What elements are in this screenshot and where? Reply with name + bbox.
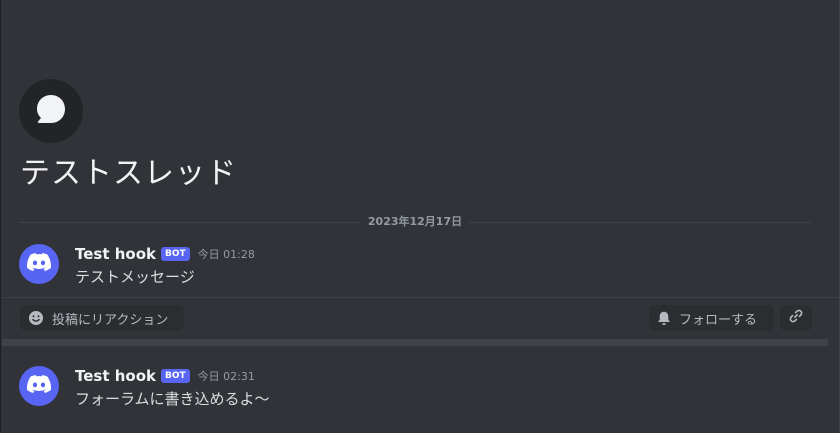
thread-view: テストスレッド 2023年12月17日 Test hook BOT 今日 01:… — [0, 0, 840, 433]
action-divider — [2, 297, 840, 298]
bell-icon — [657, 311, 671, 326]
copy-link-button[interactable] — [780, 305, 812, 331]
discord-logo-icon — [27, 375, 52, 397]
add-reaction-label: 投稿にリアクション — [52, 312, 169, 328]
message-header: Test hook BOT 今日 01:28 — [75, 244, 255, 264]
author-name[interactable]: Test hook — [75, 245, 156, 263]
author-name[interactable]: Test hook — [75, 367, 156, 385]
thread-title: テストスレッド — [20, 156, 237, 191]
smiley-icon — [28, 310, 44, 326]
discord-logo-icon — [27, 253, 52, 275]
message-separator — [2, 339, 828, 346]
date-divider: 2023年12月17日 — [19, 214, 811, 230]
message-item: Test hook BOT 今日 01:28 テストメッセージ — [19, 244, 819, 288]
avatar[interactable] — [19, 244, 59, 284]
message-content: テストメッセージ — [75, 268, 195, 286]
message-item: Test hook BOT 今日 02:31 フォーラムに書き込めるよ〜 — [19, 366, 819, 410]
date-divider-label: 2023年12月17日 — [361, 214, 469, 230]
message-header: Test hook BOT 今日 02:31 — [75, 366, 255, 386]
thread-icon-badge — [19, 79, 83, 143]
bot-tag: BOT — [161, 369, 190, 383]
bot-tag: BOT — [161, 247, 190, 261]
message-timestamp: 今日 02:31 — [197, 370, 255, 383]
message-content: フォーラムに書き込めるよ〜 — [75, 390, 270, 408]
link-icon — [788, 308, 804, 328]
follow-button[interactable]: フォローする — [649, 305, 774, 331]
avatar[interactable] — [19, 366, 59, 406]
post-action-bar: 投稿にリアクション フォローする — [20, 305, 812, 331]
follow-label: フォローする — [679, 312, 758, 328]
message-timestamp: 今日 01:28 — [197, 248, 255, 261]
chat-bubble-icon — [33, 91, 69, 131]
add-reaction-button[interactable]: 投稿にリアクション — [20, 305, 184, 331]
